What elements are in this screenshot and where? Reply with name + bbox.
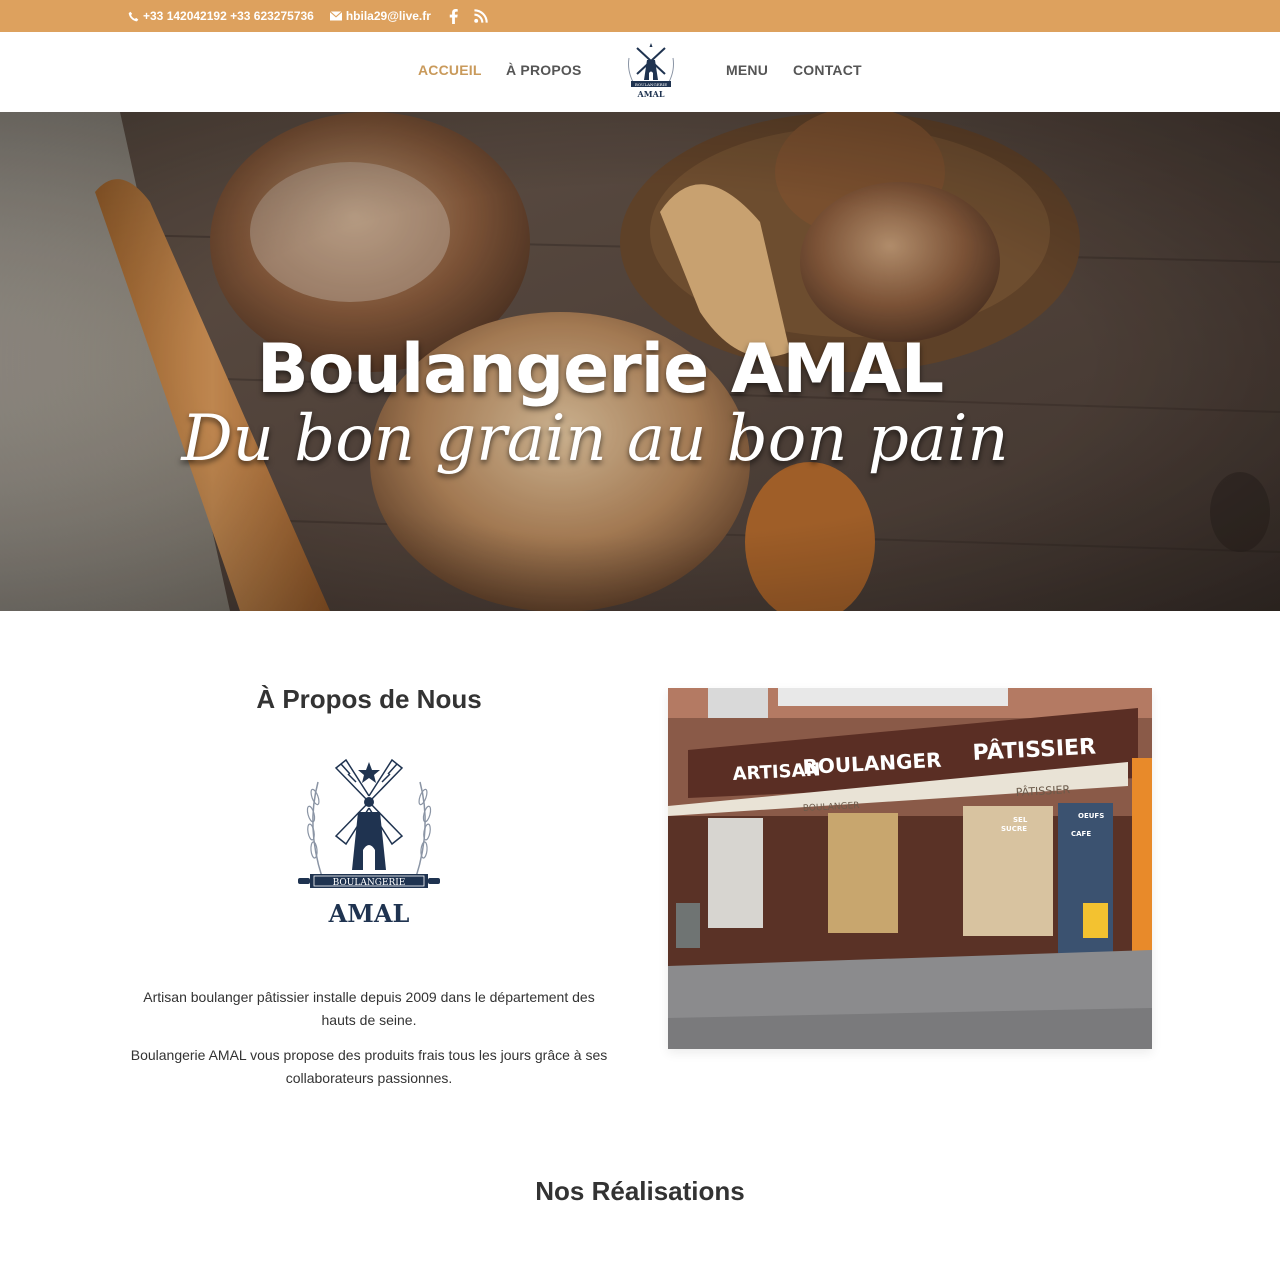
email-contact[interactable]: hbila29@live.fr (329, 9, 431, 23)
window-word-sel: SEL (1013, 816, 1028, 824)
window-word-sucre: SUCRE (1001, 825, 1027, 833)
about-logo-name: AMAL (328, 899, 410, 928)
hero-subtitle: Du bon grain au bon pain (181, 402, 1009, 476)
about-logo: BOULANGERIE AMAL (288, 752, 450, 930)
header-logo[interactable]: BOULANGERIE AMAL (623, 40, 679, 102)
about-title: À Propos de Nous (256, 684, 482, 714)
nav-a-propos[interactable]: À PROPOS (506, 62, 582, 78)
site-header: ACCUEIL À PROPOS BOULANGERIE AMAL MENU C… (0, 32, 1280, 112)
window-word-oeufs: OEUFS (1078, 812, 1104, 820)
header-logo-banner-text: BOULANGERIE (635, 82, 667, 87)
rss-link[interactable] (474, 9, 488, 23)
about-paragraph-2: Boulangerie AMAL vous propose des produi… (130, 1047, 608, 1086)
facebook-icon (449, 8, 458, 24)
top-bar: +33 142042192 +33 623275736 hbila29@live… (0, 0, 1280, 32)
nav-contact[interactable]: CONTACT (793, 62, 862, 78)
phone-contact[interactable]: +33 142042192 +33 623275736 (128, 9, 314, 23)
nav-menu[interactable]: MENU (726, 62, 768, 78)
email-address: hbila29@live.fr (345, 9, 431, 23)
nav-accueil[interactable]: ACCUEIL (418, 62, 482, 78)
about-paragraph-1: Artisan boulanger pâtissier installe dep… (143, 989, 595, 1028)
facebook-link[interactable] (449, 8, 458, 24)
phone-icon (128, 11, 139, 21)
about-text: Artisan boulanger pâtissier installe dep… (128, 986, 610, 1102)
hero-banner: Boulangerie AMAL Du bon grain au bon pai… (0, 112, 1280, 611)
header-logo-name: AMAL (637, 89, 665, 99)
about-logo-banner-text: BOULANGERIE (333, 878, 406, 888)
realisations-title: Nos Réalisations (535, 1176, 745, 1206)
hero-title: Boulangerie AMAL (256, 330, 944, 409)
phone-numbers: +33 142042192 +33 623275736 (143, 9, 314, 23)
mail-icon (329, 11, 342, 21)
window-word-cafe: CAFE (1071, 830, 1091, 838)
rss-icon (474, 9, 488, 23)
storefront-photo: ARTISAN BOULANGER PÂTISSIER BOULANGER PÂ… (668, 688, 1152, 1049)
